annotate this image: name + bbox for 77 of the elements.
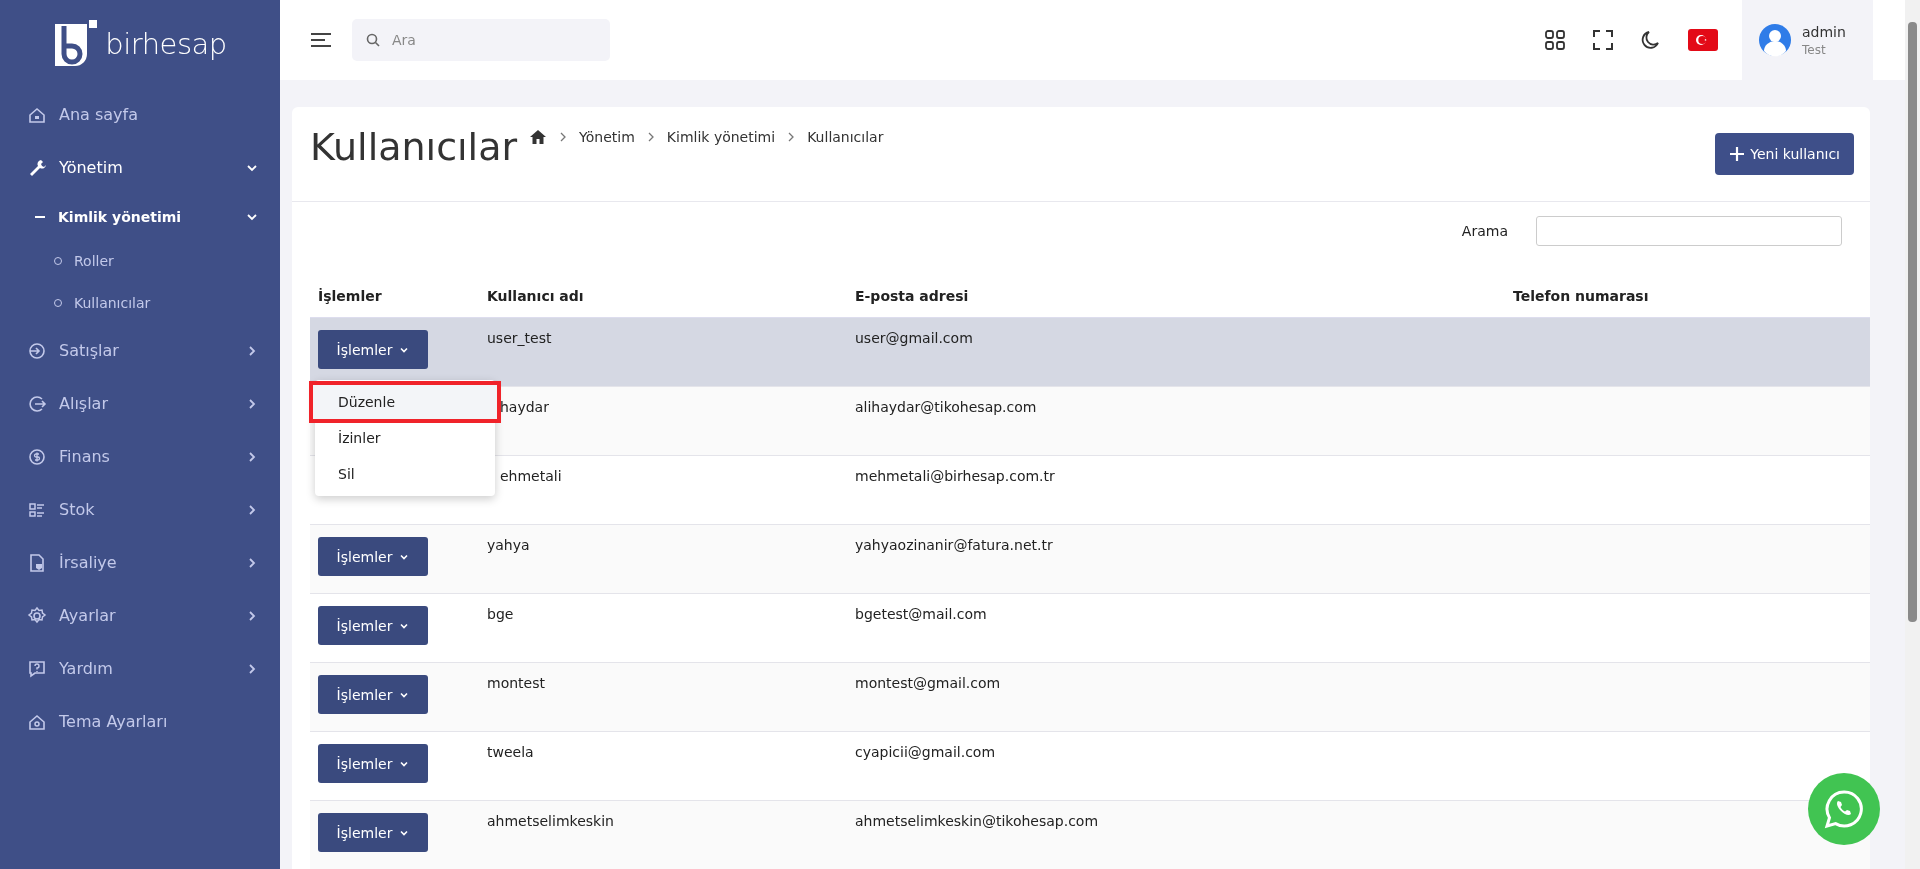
table-cell: tweela — [487, 744, 534, 760]
sidebar-item[interactable]: Yardım — [0, 642, 280, 695]
dropdown-item[interactable]: Düzenle — [312, 384, 498, 420]
actions-dropdown-button[interactable]: İşlemler — [318, 606, 428, 645]
brand-name: birhesap — [105, 27, 227, 61]
flag-icon[interactable] — [1688, 29, 1718, 51]
sidebar-item[interactable]: Ayarlar — [0, 589, 280, 642]
dropdown-item[interactable]: Sil — [317, 456, 493, 492]
actions-dropdown-button[interactable]: İşlemler — [318, 744, 428, 783]
column-header: İşlemler — [318, 287, 383, 304]
table-cell: montest@gmail.com — [855, 675, 1001, 691]
table-row[interactable]: İşlemler montest montest@gmail.com — [310, 663, 1870, 732]
scrollbar[interactable] — [1905, 0, 1920, 869]
user-role: Test — [1802, 42, 1827, 57]
dropdown-item[interactable]: İzinler — [317, 420, 493, 456]
moon-icon[interactable] — [1640, 29, 1662, 51]
actions-dropdown-button[interactable]: İşlemler — [318, 330, 428, 369]
plus-icon — [1729, 146, 1746, 162]
table-row[interactable]: İşlemler yahya yahyaozinanir@fatura.net.tr — [310, 525, 1870, 594]
menu-icon — [27, 446, 47, 467]
menu-icon[interactable] — [310, 32, 332, 48]
column-header: Kullanıcı adı — [487, 287, 585, 304]
table-cell: cyapicii@gmail.com — [855, 744, 996, 760]
new-user-button[interactable]: Yeni kullanıcı — [1715, 133, 1854, 175]
menu-icon — [27, 340, 47, 361]
menu-icon — [27, 393, 47, 414]
table-cell: haydar — [500, 399, 549, 415]
apps-icon[interactable] — [1544, 29, 1566, 51]
sidebar-subitem[interactable]: Kullanıcılar — [0, 282, 280, 324]
sidebar-subitem[interactable]: Roller — [0, 240, 280, 282]
table-cell: ehmetali — [500, 468, 562, 484]
sidebar-item[interactable]: Ana sayfa — [0, 88, 280, 141]
search-label: Arama — [1461, 223, 1508, 239]
breadcrumb-link[interactable]: Kullanıcılar — [807, 129, 884, 145]
sidebar-item[interactable]: Satışlar — [0, 324, 280, 377]
table-cell: alihaydar@tikohesap.com — [855, 399, 1037, 415]
column-header: E-posta adresi — [855, 287, 970, 304]
sidebar-item[interactable]: Alışlar — [0, 377, 280, 430]
chevron-icon — [646, 132, 655, 142]
search-icon — [366, 33, 380, 47]
table-cell: bgetest@mail.com — [855, 606, 987, 622]
menu-icon — [27, 605, 47, 626]
table-cell: yahyaozinanir@fatura.net.tr — [855, 537, 1053, 553]
column-header: Telefon numarası — [1513, 287, 1650, 304]
table-cell: montest — [487, 675, 545, 691]
table-row[interactable]: İşlemler user_test user@gmail.com — [310, 318, 1870, 387]
table-cell: ahmetselimkeskin@tikohesap.com — [855, 813, 1099, 829]
sidebar-item[interactable]: Stok — [0, 483, 280, 536]
page-title: Kullanıcılar — [310, 125, 518, 169]
actions-dropdown-button[interactable]: İşlemler — [318, 537, 428, 576]
menu-icon — [27, 658, 47, 679]
table-cell: bge — [487, 606, 514, 622]
table-cell: mehmetali@birhesap.com.tr — [855, 468, 1055, 484]
user-menu[interactable]: admin Test — [1742, 0, 1873, 80]
breadcrumb-link[interactable]: Kimlik yönetimi — [666, 129, 776, 145]
table-cell: yahya — [487, 537, 530, 553]
table-cell: ahmetselimkeskin — [487, 813, 614, 829]
actions-dropdown-button[interactable]: İşlemler — [318, 813, 428, 852]
sidebar-item[interactable]: İrsaliye — [0, 536, 280, 589]
chevron-icon — [787, 132, 796, 142]
fullscreen-icon[interactable] — [1592, 29, 1614, 51]
sidebar-item[interactable]: Yönetim — [0, 141, 280, 194]
chevron-icon — [559, 132, 568, 142]
table-row[interactable]: İşlemler ahmetselimkeskin ahmetselimkeskin@tikohesap.com — [310, 801, 1870, 869]
user-name: admin — [1802, 23, 1846, 40]
avatar-icon — [1758, 23, 1792, 57]
table-cell: user@gmail.com — [855, 330, 973, 346]
menu-icon — [27, 552, 47, 573]
sidebar-item[interactable]: Tema Ayarları — [0, 695, 280, 748]
search-field[interactable] — [1536, 216, 1842, 246]
sidebar-item[interactable]: Finans — [0, 430, 280, 483]
home-icon[interactable] — [529, 129, 548, 145]
table-cell: user_test — [487, 330, 552, 346]
breadcrumb-link[interactable]: Yönetim — [579, 129, 635, 145]
sidebar-subitem[interactable]: Kimlik yönetimi — [0, 194, 280, 240]
actions-dropdown-button[interactable]: İşlemler — [318, 675, 428, 714]
chat-icon — [1823, 788, 1865, 830]
